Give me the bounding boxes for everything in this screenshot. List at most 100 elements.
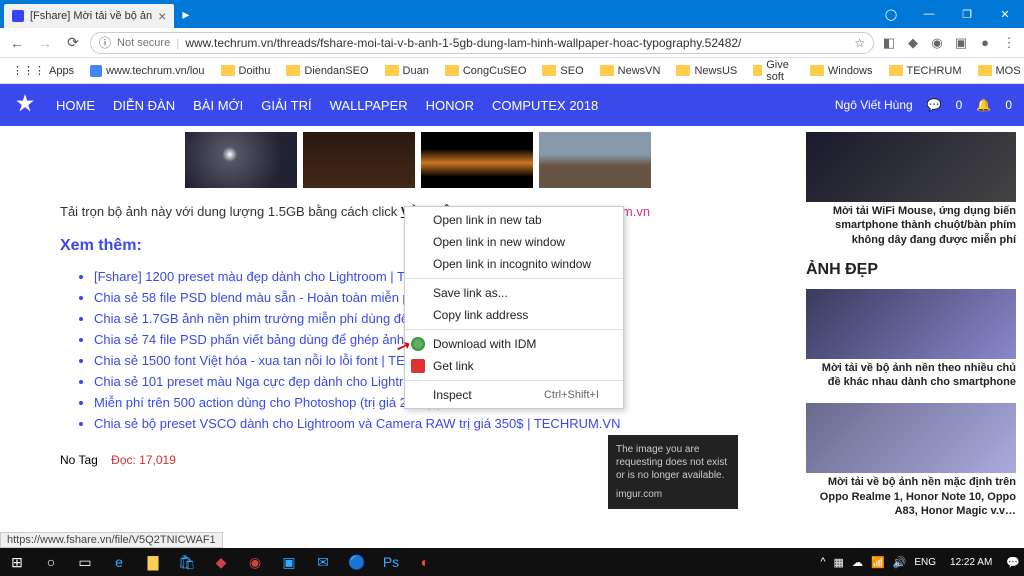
ext-icon-1[interactable]: ◧ bbox=[880, 34, 898, 52]
menu-icon[interactable]: ⋮ bbox=[1000, 34, 1018, 52]
tray-lang[interactable]: ENG bbox=[914, 557, 936, 568]
nav-honor[interactable]: HONOR bbox=[426, 98, 474, 113]
bookmark-item[interactable]: Give soft bbox=[747, 57, 800, 85]
bookmark-item[interactable]: www.techrum.vn/lou bbox=[84, 63, 210, 79]
bookmark-item[interactable]: NewsVN bbox=[594, 63, 667, 79]
nav-computex[interactable]: COMPUTEX 2018 bbox=[492, 98, 598, 113]
window-titlebar: [Fshare] Mời tải về bộ ản × ▸ ◯ — ❐ ✕ bbox=[0, 0, 1024, 28]
sidebar-card[interactable]: Mời tải về bộ ảnh nền theo nhiều chủ đề … bbox=[806, 289, 1016, 390]
tray-cloud-icon[interactable]: ☁ bbox=[852, 556, 863, 569]
related-link[interactable]: Chia sẻ bộ preset VSCO dành cho Lightroo… bbox=[94, 416, 620, 431]
profile-icon[interactable]: ◯ bbox=[872, 0, 910, 28]
sidebar-heading: ẢNH ĐẸP bbox=[806, 261, 1016, 279]
bookmark-item[interactable]: Doithu bbox=[215, 63, 277, 79]
nav-new[interactable]: BÀI MỚI bbox=[193, 98, 243, 113]
tray-clock[interactable]: 12:22 AM bbox=[944, 557, 998, 568]
cortana-button[interactable]: ○ bbox=[34, 548, 68, 576]
taskbar-edge[interactable]: e bbox=[102, 548, 136, 576]
thumbnail-image[interactable] bbox=[185, 132, 297, 188]
bookmark-item[interactable]: NewsUS bbox=[670, 63, 743, 79]
ext-icon-4[interactable]: ▣ bbox=[952, 34, 970, 52]
folder-icon bbox=[676, 65, 690, 76]
tab-close-icon[interactable]: × bbox=[158, 8, 166, 24]
forward-button[interactable]: → bbox=[34, 32, 56, 54]
folder-icon bbox=[385, 65, 399, 76]
folder-icon bbox=[445, 65, 459, 76]
thumbnail-image[interactable] bbox=[539, 132, 651, 188]
ctx-download-idm[interactable]: Download with IDM bbox=[405, 333, 623, 355]
tray-icon[interactable]: ▦ bbox=[834, 556, 844, 569]
ctx-get-link[interactable]: Get link bbox=[405, 355, 623, 377]
bookmark-item[interactable]: Windows bbox=[804, 63, 879, 79]
sidebar-card[interactable]: Mời tải về bộ ảnh nền mặc định trên Oppo… bbox=[806, 403, 1016, 518]
bookmark-item[interactable]: MOS bbox=[972, 63, 1024, 79]
site-icon bbox=[90, 65, 102, 77]
messages-icon[interactable]: 💬 bbox=[927, 98, 942, 112]
taskbar-app[interactable]: ▣ bbox=[272, 548, 306, 576]
nav-wall[interactable]: WALLPAPER bbox=[330, 98, 408, 113]
system-tray: ^ ▦ ☁ 📶 🔊 ENG 12:22 AM 💬 bbox=[820, 556, 1024, 569]
tray-notifications-icon[interactable]: 💬 bbox=[1006, 556, 1020, 569]
taskbar-explorer[interactable]: ▇ bbox=[136, 548, 170, 576]
taskbar-chrome[interactable]: 🔵 bbox=[340, 548, 374, 576]
ctx-inspect[interactable]: InspectCtrl+Shift+I bbox=[405, 384, 623, 406]
thumbnail-image[interactable] bbox=[421, 132, 533, 188]
folder-icon bbox=[889, 65, 903, 76]
site-logo[interactable] bbox=[12, 92, 38, 118]
ext-icon-2[interactable]: ◆ bbox=[904, 34, 922, 52]
user-name[interactable]: Ngô Viết Hùng bbox=[835, 98, 913, 112]
taskbar-app[interactable]: ◆ bbox=[204, 548, 238, 576]
bookmark-item[interactable]: SEO bbox=[536, 63, 589, 79]
ctx-copy-link[interactable]: Copy link address bbox=[405, 304, 623, 326]
thumbnail-image[interactable] bbox=[303, 132, 415, 188]
sidebar-card-title: Mời tải về bộ ảnh nền mặc định trên Oppo… bbox=[806, 475, 1016, 518]
sidebar-card-title: Mời tải về bộ ảnh nền theo nhiều chủ đề … bbox=[806, 361, 1016, 390]
tray-wifi-icon[interactable]: 📶 bbox=[871, 556, 885, 569]
no-tag-label: No Tag bbox=[60, 453, 98, 467]
back-button[interactable]: ← bbox=[6, 32, 28, 54]
taskbar-app[interactable]: ◉ bbox=[238, 548, 272, 576]
ext-icon-5[interactable]: ● bbox=[976, 34, 994, 52]
nav-home[interactable]: HOME bbox=[56, 98, 95, 113]
url-input[interactable] bbox=[185, 36, 848, 50]
ctx-save-link[interactable]: Save link as... bbox=[405, 282, 623, 304]
thumbnail-row bbox=[60, 132, 776, 188]
taskbar-app[interactable]: ✉ bbox=[306, 548, 340, 576]
bell-icon[interactable]: 🔔 bbox=[976, 98, 991, 112]
sidebar-thumb bbox=[806, 289, 1016, 359]
ctx-open-incognito[interactable]: Open link in incognito window bbox=[405, 253, 623, 275]
browser-tab[interactable]: [Fshare] Mời tải về bộ ản × bbox=[4, 4, 174, 28]
start-button[interactable]: ⊞ bbox=[0, 548, 34, 576]
apps-button[interactable]: ⋮⋮⋮ Apps bbox=[6, 62, 80, 79]
image-error-domain: imgur.com bbox=[616, 488, 730, 501]
ext-icon-3[interactable]: ◉ bbox=[928, 34, 946, 52]
window-minimize-button[interactable]: — bbox=[910, 0, 948, 28]
context-menu: Open link in new tab Open link in new wi… bbox=[404, 206, 624, 409]
bookmark-item[interactable]: Duan bbox=[379, 63, 435, 79]
bookmark-item[interactable]: TECHRUM bbox=[883, 63, 968, 79]
info-icon[interactable]: ⓘ bbox=[99, 34, 111, 51]
reload-button[interactable]: ⟳ bbox=[62, 32, 84, 54]
ctx-open-new-tab[interactable]: Open link in new tab bbox=[405, 209, 623, 231]
taskbar-photoshop[interactable]: Ps bbox=[374, 548, 408, 576]
sidebar-card[interactable]: Mời tải WiFi Mouse, ứng dụng biến smartp… bbox=[806, 132, 1016, 247]
reads-label: Đọc: bbox=[111, 453, 139, 467]
taskbar-store[interactable]: 🛍 bbox=[170, 548, 204, 576]
bookmark-item[interactable]: DiendanSEO bbox=[280, 63, 374, 79]
address-bar[interactable]: ⓘ Not secure | ☆ bbox=[90, 32, 874, 54]
taskview-button[interactable]: ▭ bbox=[68, 548, 102, 576]
nav-forum[interactable]: DIỄN ĐÀN bbox=[113, 98, 175, 113]
new-tab-button[interactable]: ▸ bbox=[174, 6, 197, 23]
getlink-icon bbox=[411, 359, 425, 373]
window-maximize-button[interactable]: ❐ bbox=[948, 0, 986, 28]
bookmark-item[interactable]: CongCuSEO bbox=[439, 63, 533, 79]
taskbar-app[interactable]: ◐ bbox=[408, 548, 442, 576]
nav-ent[interactable]: GIẢI TRÍ bbox=[261, 98, 311, 113]
tray-up-icon[interactable]: ^ bbox=[820, 556, 825, 568]
ctx-open-new-window[interactable]: Open link in new window bbox=[405, 231, 623, 253]
star-icon[interactable]: ☆ bbox=[854, 36, 865, 50]
security-label: Not secure bbox=[117, 37, 170, 49]
tray-volume-icon[interactable]: 🔊 bbox=[893, 556, 907, 569]
tab-favicon bbox=[12, 10, 24, 22]
window-close-button[interactable]: ✕ bbox=[986, 0, 1024, 28]
